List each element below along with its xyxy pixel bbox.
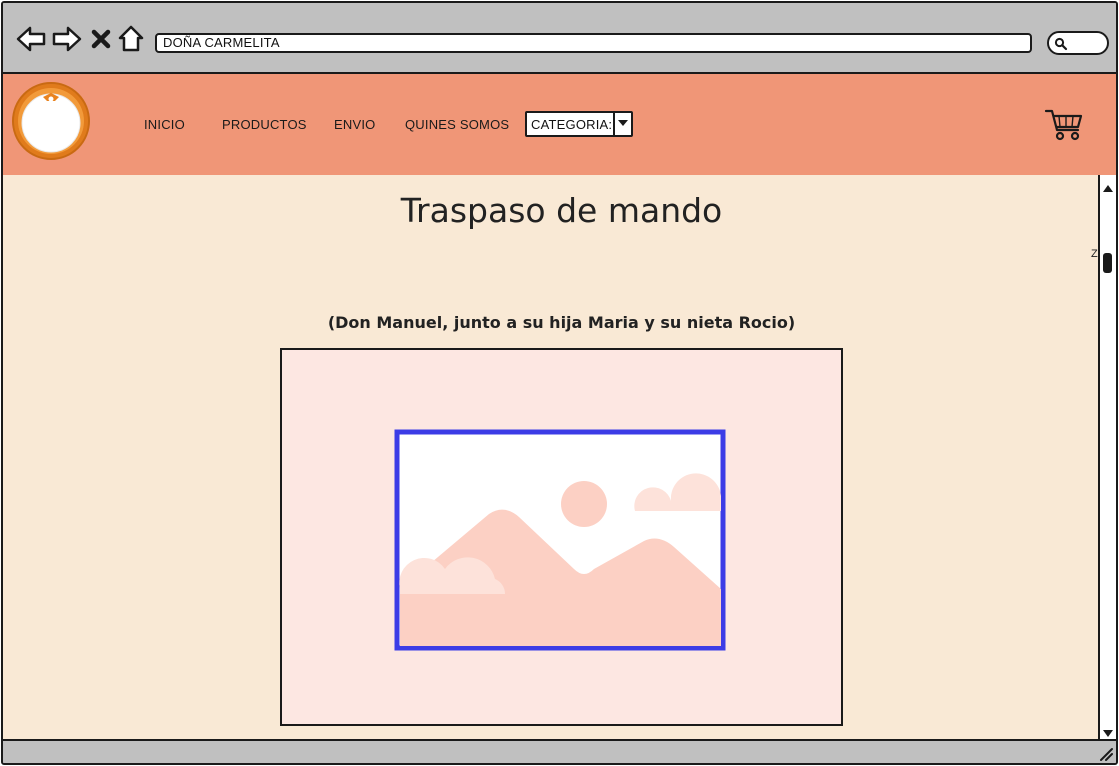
image-placeholder-icon [394, 429, 726, 651]
close-icon[interactable] [89, 23, 113, 55]
menu-item-envio[interactable]: ENVIO [334, 117, 375, 132]
forward-arrow-icon[interactable] [51, 23, 83, 55]
search-field[interactable] [1047, 31, 1109, 55]
scroll-down-icon[interactable] [1102, 726, 1114, 737]
menu-item-quienes-somos[interactable]: QUINES SOMOS [405, 117, 509, 132]
category-select[interactable]: CATEGORIA: [525, 111, 633, 137]
photo-caption: (Don Manuel, junto a su hija Maria y su … [327, 313, 796, 332]
photo-frame [280, 348, 843, 726]
resize-grip-icon[interactable] [1099, 747, 1113, 761]
address-bar-text: DOÑA CARMELITA [163, 35, 280, 50]
browser-chrome: DOÑA CARMELITA [3, 3, 1116, 74]
browser-window: DOÑA CARMELITA INICIO PRODUCTOS ENVIO QU… [1, 1, 1118, 765]
status-bar [3, 739, 1116, 763]
scroll-thumb[interactable] [1103, 253, 1112, 273]
category-select-value: CATEGORIA: [531, 117, 613, 132]
content-area: Traspaso de mando (Don Manuel, junto a s… [3, 175, 1098, 739]
logo-orange-icon[interactable] [10, 80, 92, 162]
site-header: INICIO PRODUCTOS ENVIO QUINES SOMOS CATE… [3, 74, 1116, 175]
menu-item-productos[interactable]: PRODUCTOS [222, 117, 307, 132]
page-title: Traspaso de mando [400, 191, 723, 230]
home-icon[interactable] [117, 23, 145, 55]
shopping-cart-icon[interactable] [1044, 108, 1084, 142]
chevron-down-icon[interactable] [613, 113, 631, 135]
back-arrow-icon[interactable] [15, 23, 47, 55]
side-marker: Z [1091, 248, 1098, 260]
scroll-up-icon[interactable] [1102, 180, 1114, 192]
vertical-scrollbar[interactable] [1098, 175, 1116, 739]
address-bar[interactable]: DOÑA CARMELITA [155, 33, 1032, 53]
search-icon [1054, 37, 1068, 51]
menu-item-inicio[interactable]: INICIO [144, 117, 185, 132]
